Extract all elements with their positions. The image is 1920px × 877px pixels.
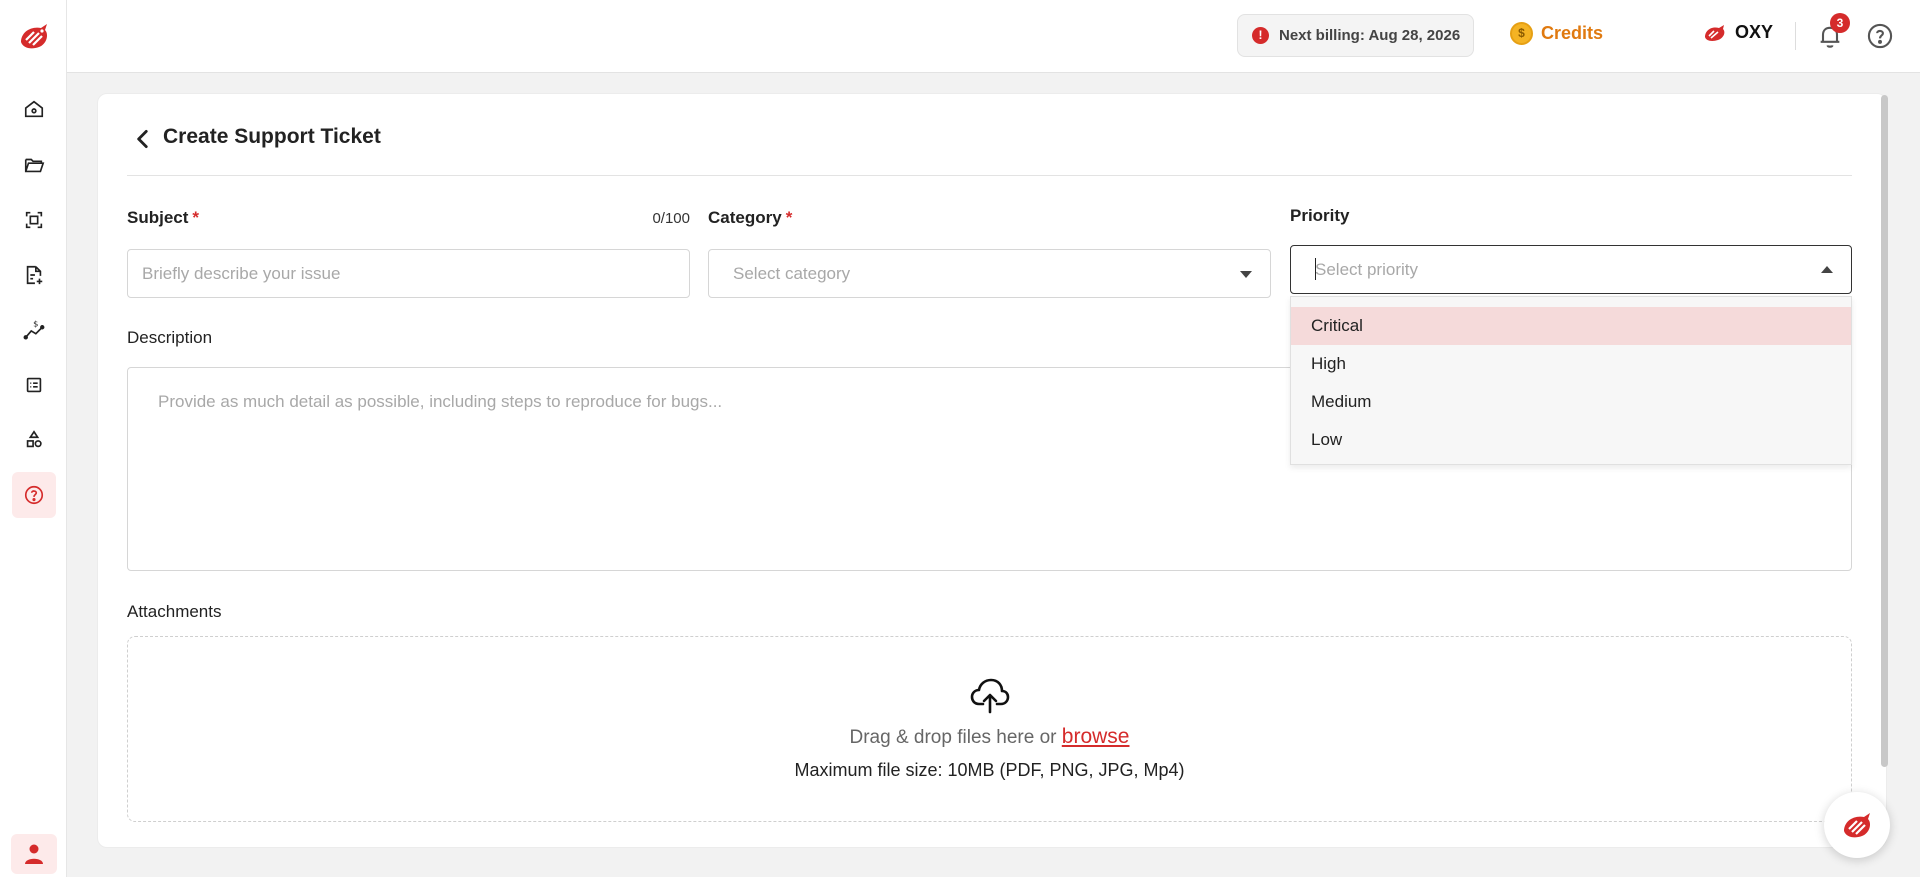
help-circle-icon bbox=[24, 485, 44, 505]
subject-label-text: Subject bbox=[127, 208, 189, 227]
svg-text:$: $ bbox=[33, 319, 38, 328]
category-label-text: Category bbox=[708, 208, 782, 227]
priority-option-low[interactable]: Low bbox=[1291, 421, 1851, 459]
required-mark: * bbox=[192, 208, 200, 227]
coin-icon: $ bbox=[1510, 22, 1533, 45]
credits-label: Credits bbox=[1541, 23, 1604, 43]
file-size-limit: Maximum file size: 10MB (PDF, PNG, JPG, … bbox=[794, 760, 1185, 780]
chevron-up-icon bbox=[1821, 266, 1833, 273]
priority-option-high[interactable]: High bbox=[1291, 345, 1851, 383]
browse-link[interactable]: browse bbox=[1062, 725, 1130, 748]
cloud-upload-icon bbox=[970, 678, 1010, 714]
help-icon[interactable] bbox=[1866, 22, 1894, 50]
priority-select[interactable]: Select priority bbox=[1290, 245, 1852, 294]
category-select[interactable]: Select category bbox=[708, 249, 1271, 298]
page-title: Create Support Ticket bbox=[163, 125, 381, 148]
back-arrow-icon[interactable] bbox=[130, 126, 156, 152]
required-mark: * bbox=[785, 208, 793, 227]
subject-label: Subject * bbox=[127, 208, 199, 228]
document-add-icon bbox=[26, 265, 43, 285]
sidebar: $ bbox=[0, 0, 67, 877]
description-label: Description bbox=[127, 328, 213, 347]
billing-notice: ! Next billing: Aug 28, 2026 bbox=[1237, 14, 1474, 57]
topbar-divider bbox=[1795, 22, 1796, 50]
sidebar-item-table[interactable] bbox=[12, 362, 56, 408]
user-icon bbox=[25, 844, 43, 864]
assistant-chat-button[interactable] bbox=[1824, 792, 1890, 858]
category-label: Category * bbox=[708, 208, 792, 228]
sidebar-item-home[interactable] bbox=[12, 86, 56, 132]
sidebar-item-shapes[interactable] bbox=[12, 417, 56, 463]
user-profile-button[interactable] bbox=[11, 834, 57, 874]
table-list-icon bbox=[26, 377, 42, 393]
top-bar bbox=[67, 0, 1920, 73]
sidebar-item-support[interactable] bbox=[12, 472, 56, 518]
notification-badge: 3 bbox=[1830, 13, 1850, 33]
subject-char-counter: 0/100 bbox=[652, 210, 690, 227]
attachments-label: Attachments bbox=[127, 602, 222, 621]
sidebar-item-scan[interactable] bbox=[12, 197, 56, 243]
priority-option-medium[interactable]: Medium bbox=[1291, 383, 1851, 421]
priority-dropdown-menu: Critical High Medium Low bbox=[1290, 296, 1852, 465]
credits-button[interactable]: $ Credits bbox=[1510, 22, 1603, 45]
dropzone-instruction: Drag & drop files here or bbox=[849, 727, 1057, 748]
brand-label: OXY bbox=[1735, 22, 1774, 42]
info-icon: ! bbox=[1252, 27, 1269, 44]
brand-logo-icon bbox=[1844, 813, 1870, 838]
title-divider bbox=[127, 175, 1852, 176]
sidebar-item-documents[interactable] bbox=[12, 252, 56, 298]
sidebar-item-pricing[interactable]: $ bbox=[12, 307, 56, 353]
dropzone-text: Drag & drop files here or browse bbox=[127, 725, 1852, 749]
brand-logo-icon[interactable] bbox=[17, 20, 51, 52]
scrollbar-thumb[interactable] bbox=[1881, 95, 1888, 767]
pricing-chart-icon: $ bbox=[23, 319, 45, 340]
sidebar-item-projects[interactable] bbox=[12, 142, 56, 188]
subject-input[interactable] bbox=[127, 249, 690, 298]
folder-icon bbox=[24, 158, 45, 173]
text-cursor bbox=[1315, 258, 1316, 280]
brand-logo-icon bbox=[1705, 24, 1725, 41]
billing-text: Next billing: Aug 28, 2026 bbox=[1279, 27, 1461, 44]
category-placeholder: Select category bbox=[733, 263, 851, 283]
scan-icon bbox=[25, 211, 43, 229]
priority-option-critical[interactable]: Critical bbox=[1291, 307, 1851, 345]
priority-placeholder: Select priority bbox=[1315, 259, 1418, 279]
brand-switcher[interactable]: OXY bbox=[1703, 22, 1773, 43]
shapes-icon bbox=[26, 430, 42, 448]
home-icon bbox=[24, 100, 44, 118]
chevron-down-icon bbox=[1240, 271, 1252, 278]
priority-label: Priority bbox=[1290, 206, 1350, 225]
